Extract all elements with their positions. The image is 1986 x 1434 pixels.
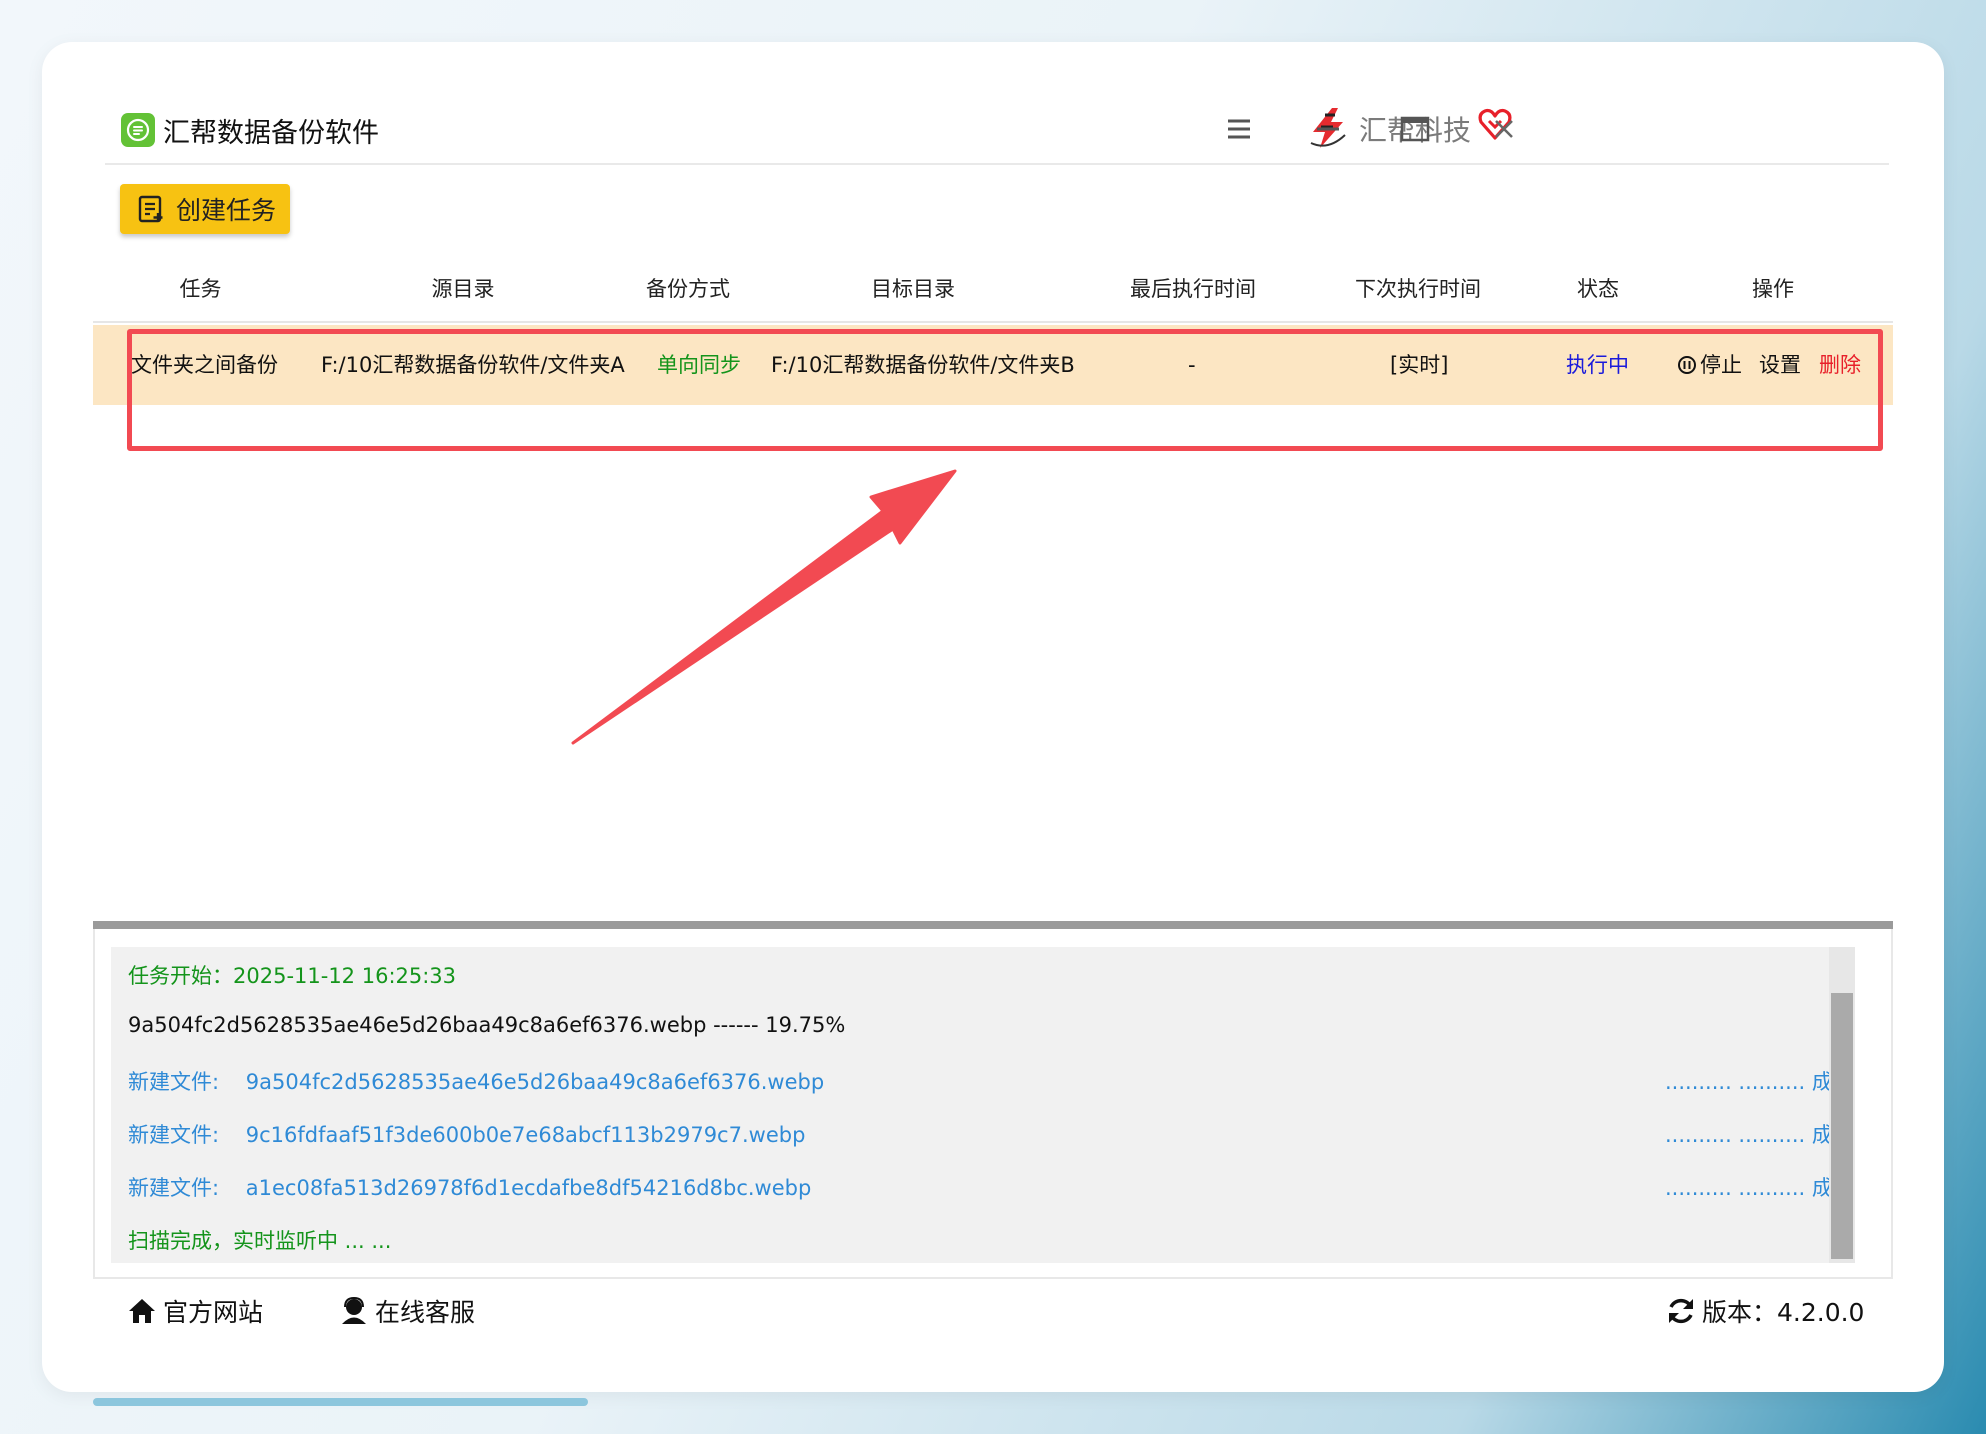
col-header-status: 状态 bbox=[1577, 277, 1619, 301]
log-entry-file: 9c16fdfaaf51f3de600b0e7e68abcf113b2979c7… bbox=[245, 1123, 806, 1147]
hamburger-menu-icon bbox=[1228, 119, 1250, 139]
stop-button[interactable]: 停止 bbox=[1677, 325, 1742, 405]
log-entry-label: 新建文件: bbox=[128, 1070, 220, 1094]
task-table-header: 任务 源目录 备份方式 目标目录 最后执行时间 下次执行时间 状态 操作 bbox=[93, 261, 1893, 317]
col-header-source: 源目录 bbox=[431, 277, 495, 301]
header-divider bbox=[93, 321, 1893, 323]
log-entry-result: .......... .......... 成功 bbox=[1665, 1123, 1854, 1147]
create-task-label: 创建任务 bbox=[176, 196, 277, 225]
log-done-line: 扫描完成，实时监听中 ... ... bbox=[128, 1229, 392, 1253]
minimize-icon bbox=[1317, 127, 1339, 131]
log-entry-result: .......... .......... 成功 bbox=[1665, 1070, 1854, 1094]
log-entry: 新建文件: a1ec08fa513d26978f6d1ecdafbe8df542… bbox=[128, 1172, 811, 1202]
app-window: 汇帮数据备份软件 汇帮科技 创建任务 任务 源目录 备份方式 目标目录 最后执行… bbox=[93, 93, 1893, 1341]
menu-button[interactable] bbox=[1219, 109, 1259, 149]
col-header-task: 任务 bbox=[179, 277, 222, 301]
create-task-button[interactable]: 创建任务 bbox=[120, 184, 290, 234]
close-button[interactable] bbox=[1484, 109, 1524, 149]
delete-button[interactable]: 删除 bbox=[1819, 325, 1861, 405]
log-entry: 新建文件: 9c16fdfaaf51f3de600b0e7e68abcf113b… bbox=[128, 1119, 805, 1149]
log-entry-file: a1ec08fa513d26978f6d1ecdafbe8df54216d8bc… bbox=[245, 1176, 812, 1200]
col-header-next-run: 下次执行时间 bbox=[1355, 277, 1481, 301]
official-website-label: 官方网站 bbox=[163, 1298, 264, 1327]
maximize-icon bbox=[1400, 116, 1430, 142]
version-check-button[interactable]: 版本：4.2.0.0 bbox=[1666, 1283, 1864, 1339]
table-row[interactable]: 文件夹之间备份 F:/10汇帮数据备份软件/文件夹A 单向同步 F:/10汇帮数… bbox=[93, 325, 1893, 405]
app-title: 汇帮数据备份软件 bbox=[163, 118, 379, 149]
online-support-label: 在线客服 bbox=[375, 1298, 476, 1327]
scroll-accent-bar bbox=[93, 1398, 588, 1406]
title-separator bbox=[105, 163, 1889, 165]
log-panel: 任务开始：2025-11-12 16:25:33 9a504fc2d562853… bbox=[111, 947, 1854, 1263]
col-header-actions: 操作 bbox=[1752, 277, 1794, 301]
row-target-dir: F:/10汇帮数据备份软件/文件夹B bbox=[771, 353, 1075, 377]
log-progress-line: 9a504fc2d5628535ae46e5d26baa49c8a6ef6376… bbox=[128, 1013, 846, 1037]
annotation-arrow bbox=[571, 469, 957, 745]
col-header-mode: 备份方式 bbox=[646, 277, 730, 301]
create-task-icon bbox=[138, 195, 163, 223]
log-entry: 新建文件: 9a504fc2d5628535ae46e5d26baa49c8a6… bbox=[128, 1066, 824, 1096]
maximize-button[interactable] bbox=[1395, 109, 1435, 149]
row-status: 执行中 bbox=[1566, 353, 1629, 377]
footer-bar: 官方网站 在线客服 版本：4.2.0.0 bbox=[93, 1283, 1893, 1341]
support-agent-icon bbox=[342, 1297, 366, 1324]
settings-button[interactable]: 设置 bbox=[1759, 325, 1801, 405]
app-logo-icon bbox=[121, 113, 155, 147]
stop-label: 停止 bbox=[1700, 353, 1742, 377]
col-header-target: 目标目录 bbox=[871, 277, 955, 301]
log-entry-label: 新建文件: bbox=[128, 1176, 220, 1200]
log-entry-label: 新建文件: bbox=[128, 1123, 220, 1147]
version-label: 版本：4.2.0.0 bbox=[1702, 1298, 1865, 1327]
row-task-name: 文件夹之间备份 bbox=[131, 353, 278, 377]
home-icon bbox=[129, 1299, 155, 1323]
row-next-run: [实时] bbox=[1390, 353, 1449, 377]
online-support-link[interactable]: 在线客服 bbox=[339, 1283, 475, 1339]
log-start-line: 任务开始：2025-11-12 16:25:33 bbox=[128, 964, 457, 988]
pause-icon bbox=[1678, 356, 1696, 374]
col-header-last-run: 最后执行时间 bbox=[1130, 277, 1256, 301]
log-entry-result: .......... .......... 成功 bbox=[1665, 1176, 1854, 1200]
row-last-run: - bbox=[1188, 353, 1196, 377]
log-entry-file: 9a504fc2d5628535ae46e5d26baa49c8a6ef6376… bbox=[245, 1070, 825, 1094]
title-bar: 汇帮数据备份软件 汇帮科技 bbox=[93, 93, 1893, 165]
log-divider-bar bbox=[93, 921, 1893, 929]
close-icon bbox=[1495, 120, 1513, 138]
minimize-button[interactable] bbox=[1308, 109, 1348, 149]
refresh-icon bbox=[1669, 1298, 1693, 1324]
row-backup-mode: 单向同步 bbox=[657, 353, 741, 377]
official-website-link[interactable]: 官方网站 bbox=[127, 1283, 263, 1339]
row-source-dir: F:/10汇帮数据备份软件/文件夹A bbox=[321, 353, 625, 377]
log-scrollbar-thumb[interactable] bbox=[1831, 993, 1853, 1259]
